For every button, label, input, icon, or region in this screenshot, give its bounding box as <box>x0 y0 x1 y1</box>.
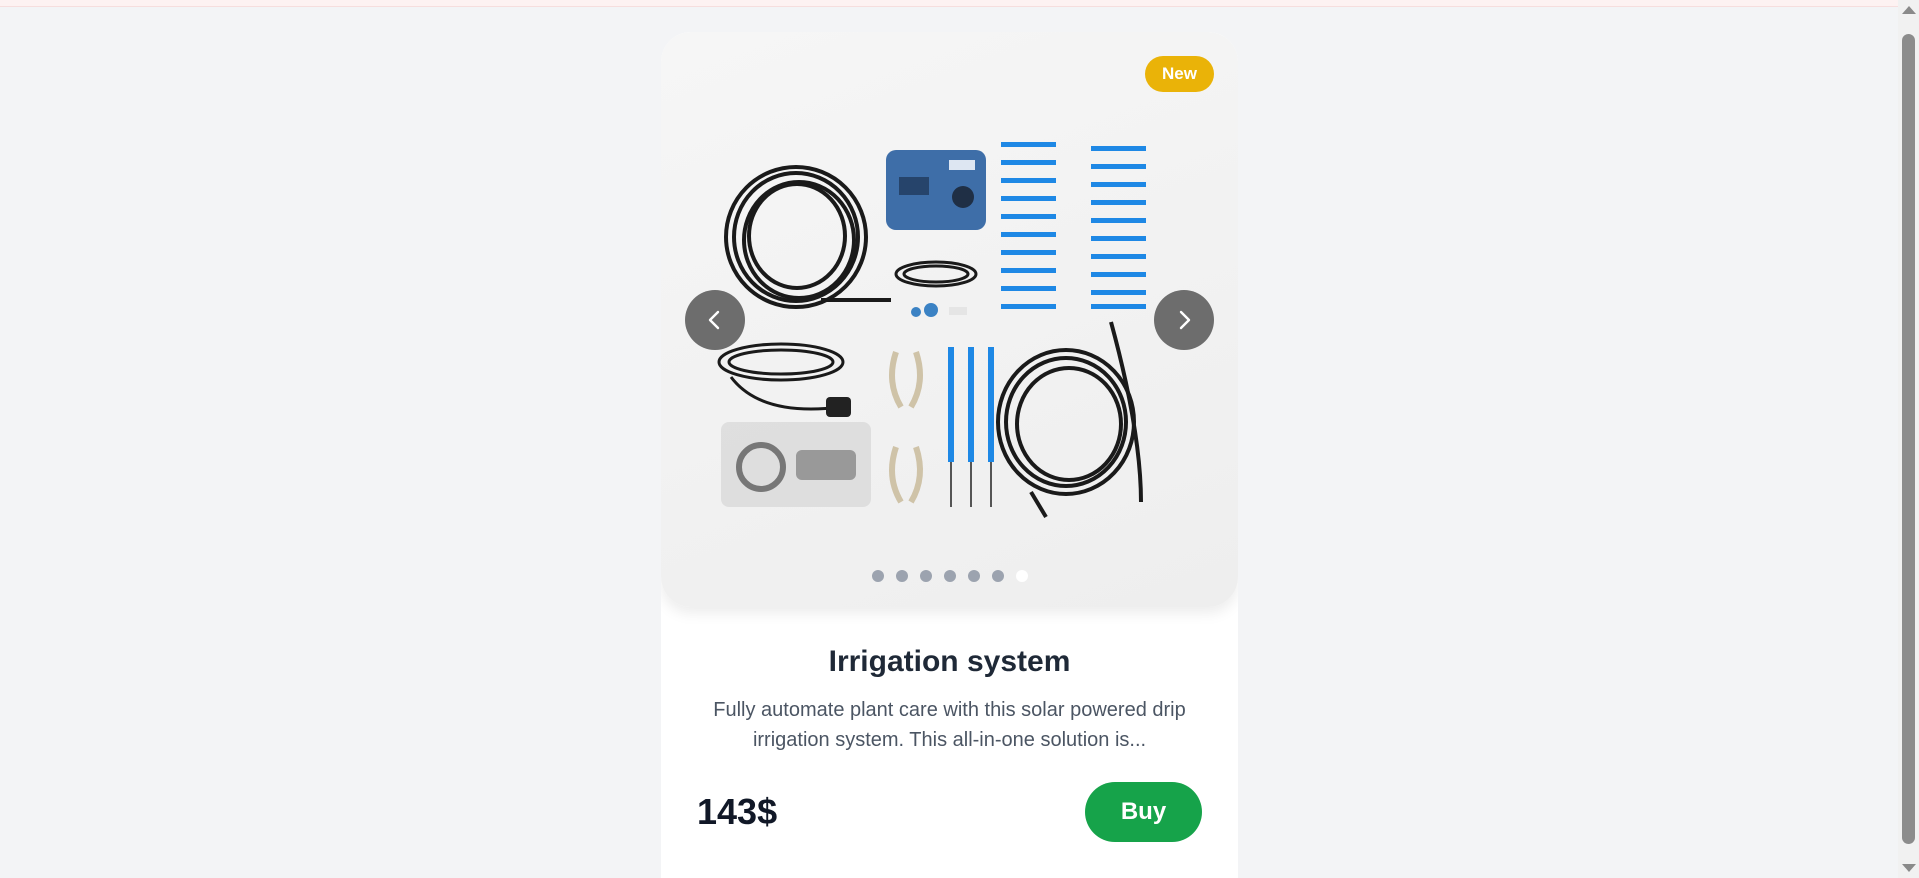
cable-coil-left <box>724 165 891 309</box>
buy-button[interactable]: Buy <box>1085 782 1202 842</box>
carousel-dot-active[interactable] <box>1015 570 1028 582</box>
product-image <box>717 142 1146 519</box>
scroll-up-icon[interactable] <box>1902 6 1916 14</box>
drip-stakes <box>1001 142 1146 309</box>
controller-box <box>886 150 986 230</box>
vertical-scrollbar[interactable] <box>1898 0 1919 878</box>
carousel-indicators <box>661 570 1238 582</box>
carousel-dot[interactable] <box>871 570 884 582</box>
carousel-dot[interactable] <box>967 570 980 582</box>
product-carousel: New <box>661 32 1238 607</box>
carousel-prev-button[interactable] <box>685 290 745 350</box>
small-cable <box>894 260 978 288</box>
carousel-dot[interactable] <box>943 570 956 582</box>
hose-clips <box>889 351 923 504</box>
product-card: New Irrigation system Fully automate pla… <box>661 32 1238 878</box>
card-footer: 143$ Buy <box>697 782 1202 842</box>
cable-coil-right <box>996 321 1143 519</box>
carousel-dot[interactable] <box>991 570 1004 582</box>
carousel-next-button[interactable] <box>1154 290 1214 350</box>
carousel-dot[interactable] <box>895 570 908 582</box>
product-description: Fully automate plant care with this sola… <box>713 699 1186 751</box>
chevron-left-icon <box>708 310 720 330</box>
blue-spikes <box>948 347 994 462</box>
product-price: 143$ <box>697 791 778 832</box>
product-title: Irrigation system <box>828 645 1071 678</box>
scroll-down-icon[interactable] <box>1902 864 1916 872</box>
carousel-dot[interactable] <box>919 570 932 582</box>
scroll-thumb[interactable] <box>1902 34 1915 844</box>
power-adapter <box>717 342 845 411</box>
chevron-right-icon <box>1179 310 1191 330</box>
top-border <box>0 0 1898 7</box>
new-badge: New <box>1145 56 1214 92</box>
